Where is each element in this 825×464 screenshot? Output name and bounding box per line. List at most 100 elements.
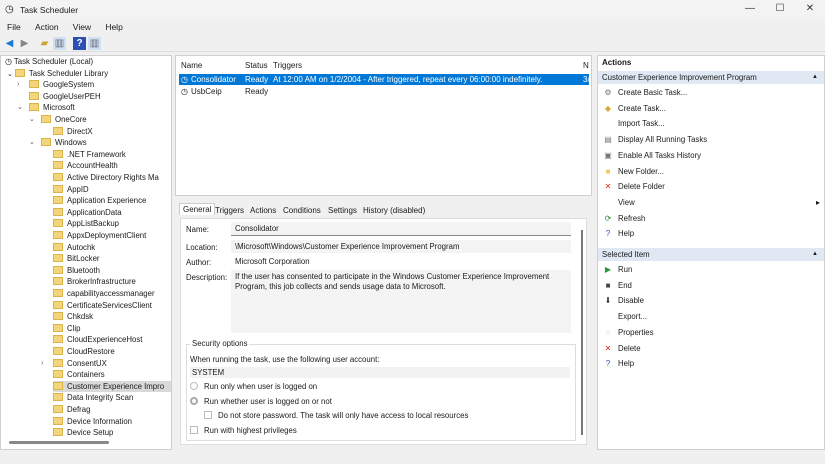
tree-item[interactable]: › ConsentUX [41, 358, 107, 370]
tree-item[interactable]: Bluetooth [53, 265, 100, 277]
tree-item[interactable]: GoogleUserPEH [29, 91, 101, 103]
tree-item[interactable]: AppID [53, 184, 89, 196]
column-name[interactable]: Name [181, 61, 202, 70]
tree-item[interactable]: AppxDeploymentClient [53, 230, 146, 242]
radio-run-whether[interactable]: Run whether user is logged on or not [190, 397, 332, 406]
horizontal-scrollbar[interactable] [9, 441, 109, 444]
location-field[interactable]: \Microsoft\Windows\Customer Experience I… [231, 240, 571, 253]
task-row[interactable]: ◷ UsbCeip Ready [179, 86, 589, 97]
tree-item[interactable]: BrokerInfrastructure [53, 276, 136, 288]
action-help[interactable]: ? Help [603, 357, 634, 371]
tree-item[interactable]: Clip [53, 323, 80, 335]
action-refresh[interactable]: ⟳ Refresh [603, 212, 646, 226]
collapse-icon[interactable]: ▲ [812, 248, 818, 261]
tree-item[interactable]: ApplicationData [53, 207, 122, 219]
tree-item[interactable]: CloudRestore [53, 346, 115, 358]
menu-help[interactable]: Help [105, 22, 122, 32]
action-icon: ? [605, 229, 611, 239]
tree-item[interactable]: Autochk [53, 242, 95, 254]
vertical-scrollbar[interactable] [581, 230, 583, 435]
tree-item[interactable]: › GoogleSystem [17, 79, 94, 91]
tree-item[interactable]: capabilityaccessmanager [53, 288, 155, 300]
tab-general[interactable]: General [179, 203, 216, 215]
close-button[interactable]: ✕ [795, 3, 825, 17]
expand-chevron-icon[interactable]: › [41, 358, 43, 370]
up-folder-icon[interactable]: ▰ [38, 37, 51, 50]
forward-icon[interactable]: ▶ [18, 37, 31, 50]
action-delete[interactable]: ✕ Delete [603, 342, 641, 356]
folder-icon [53, 173, 63, 181]
column-next-run[interactable]: N [583, 61, 589, 70]
menu-file[interactable]: File [7, 22, 21, 32]
tree-item[interactable]: DirectX [53, 126, 93, 138]
action-export[interactable]: Export... [603, 310, 647, 324]
radio-run-logged-on[interactable]: Run only when user is logged on [190, 382, 317, 391]
section-cei-program[interactable]: Customer Experience Improvement Program ▲ [598, 71, 824, 84]
tree-item[interactable]: Device Setup [53, 427, 113, 439]
description-field[interactable]: If the user has consented to participate… [231, 270, 571, 333]
show-hide-tree-icon[interactable]: ▥ [53, 37, 66, 50]
action-disable[interactable]: ⬇ Disable [603, 294, 644, 308]
maximize-button[interactable]: ☐ [765, 3, 795, 17]
tab-history[interactable]: History (disabled) [363, 206, 425, 215]
tree-root[interactable]: ◷ Task Scheduler (Local) [5, 56, 93, 68]
menu-action[interactable]: Action [35, 22, 59, 32]
tree-item[interactable]: Containers [53, 369, 105, 381]
collapse-icon[interactable]: ▲ [812, 71, 818, 84]
tree-item[interactable]: Data Integrity Scan [53, 392, 133, 404]
tree-item[interactable]: CloudExperienceHost [53, 334, 142, 346]
tree-item[interactable]: ⌄ OneCore [29, 114, 87, 126]
folder-icon [53, 416, 63, 425]
minimize-button[interactable]: — [735, 3, 765, 17]
action-create-task[interactable]: ◆ Create Task... [603, 102, 666, 116]
clock-icon: ◷ [5, 57, 14, 66]
column-status[interactable]: Status [245, 61, 268, 70]
user-account-field[interactable]: SYSTEM [190, 367, 570, 378]
tab-settings[interactable]: Settings [328, 206, 357, 215]
tree-item[interactable]: BitLocker [53, 253, 100, 265]
tree-library[interactable]: ⌄ Task Scheduler Library [7, 68, 108, 80]
action-display-all-running-tasks[interactable]: ▤ Display All Running Tasks [603, 133, 707, 147]
checkbox-highest-privileges[interactable]: Run with highest privileges [190, 426, 297, 435]
back-icon[interactable]: ◀ [3, 37, 16, 50]
action-view[interactable]: View ▸ [603, 196, 820, 210]
tab-actions[interactable]: Actions [250, 206, 276, 215]
action-delete-folder[interactable]: ✕ Delete Folder [603, 180, 665, 194]
menu-view[interactable]: View [73, 22, 91, 32]
column-triggers[interactable]: Triggers [273, 61, 302, 70]
action-import-task[interactable]: Import Task... [603, 117, 665, 131]
folder-icon [53, 242, 63, 251]
action-end[interactable]: ■ End [603, 279, 632, 293]
tree-item[interactable]: AccountHealth [53, 160, 118, 172]
tree-item[interactable]: CertificateServicesClient [53, 300, 152, 312]
tree-item[interactable]: Customer Experience Impro [53, 380, 171, 393]
tree-item[interactable]: ⌄ Windows [29, 137, 87, 149]
expand-chevron-icon[interactable]: › [17, 79, 19, 91]
action-create-basic-task[interactable]: ⚙ Create Basic Task... [603, 86, 687, 100]
name-field[interactable]: Consolidator [231, 222, 571, 236]
tree-item[interactable]: Chkdsk [53, 311, 93, 323]
tab-triggers[interactable]: Triggers [215, 206, 244, 215]
tree-item[interactable]: Application Experience [53, 195, 146, 207]
action-new-folder[interactable]: ■ New Folder... [603, 165, 664, 179]
help-icon[interactable]: ? [73, 37, 86, 50]
author-field[interactable]: Microsoft Corporation [231, 255, 571, 268]
tree-item[interactable]: ⌄ Microsoft [17, 102, 75, 114]
tree-item[interactable]: AppListBackup [53, 218, 119, 230]
expand-chevron-icon[interactable]: ⌄ [29, 114, 35, 126]
section-selected-item[interactable]: Selected Item ▲ [598, 248, 824, 261]
tree-item[interactable]: Device Information [53, 416, 132, 428]
expand-chevron-icon[interactable]: ⌄ [29, 137, 35, 149]
tab-conditions[interactable]: Conditions [283, 206, 321, 215]
action-help[interactable]: ? Help [603, 227, 634, 241]
action-properties[interactable]: ◌ Properties [603, 326, 654, 340]
show-hide-action-pane-icon[interactable]: ▥ [88, 37, 101, 50]
tree-item[interactable]: Defrag [53, 404, 90, 416]
action-run[interactable]: ▶ Run [603, 263, 632, 277]
task-row[interactable]: ◷ Consolidator Ready At 12:00 AM on 1/2/… [179, 74, 590, 85]
tree-item[interactable]: .NET Framework [53, 149, 126, 161]
action-enable-all-tasks-history[interactable]: ▣ Enable All Tasks History [603, 149, 701, 163]
checkbox-no-password[interactable]: Do not store password. The task will onl… [204, 411, 468, 420]
tree-item[interactable]: Active Directory Rights Ma [53, 172, 159, 184]
expand-chevron-icon[interactable]: ⌄ [17, 102, 23, 114]
